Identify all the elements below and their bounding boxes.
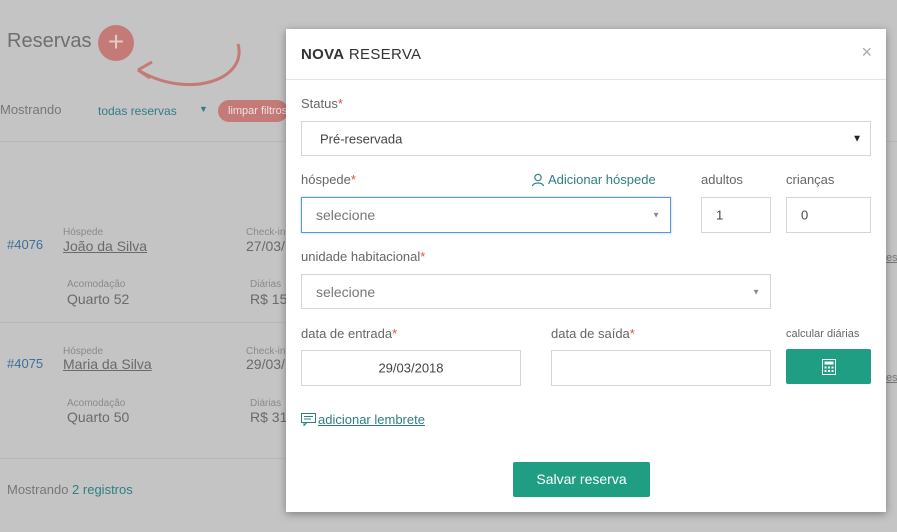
adults-label: adultos xyxy=(701,172,743,187)
status-label-text: Status xyxy=(301,96,338,111)
required-mark: * xyxy=(629,326,635,341)
guest-placeholder: selecione xyxy=(316,207,376,223)
hint-arrow-icon xyxy=(137,43,241,86)
guest-name-link[interactable]: João da Silva xyxy=(63,238,147,254)
checkin-value: 29/03/2018 xyxy=(378,360,444,376)
modal-title: NOVA RESERVA xyxy=(301,46,421,63)
required-mark: * xyxy=(392,326,398,341)
rates-label: Diárias xyxy=(250,279,282,290)
unit-label: unidade habitacional* xyxy=(301,249,425,264)
calc-label: calcular diárias xyxy=(786,328,860,340)
checkin-value: 27/03/ xyxy=(246,238,285,254)
calculate-rates-button[interactable] xyxy=(786,349,871,384)
edge-link[interactable]: es xyxy=(886,372,897,384)
footer-count: 2 registros xyxy=(72,482,133,497)
checkin-date-input[interactable]: 29/03/2018 xyxy=(301,350,521,386)
reservation-id[interactable]: #4075 xyxy=(7,356,43,371)
required-mark: * xyxy=(420,249,426,264)
checkin-value: 29/03/ xyxy=(246,356,285,372)
children-input[interactable]: 0 xyxy=(786,197,871,233)
add-guest-link[interactable]: Adicionar hóspede xyxy=(531,172,656,187)
chevron-down-icon: ▼ xyxy=(852,133,862,144)
close-icon[interactable]: × xyxy=(861,42,872,63)
unit-value: Quarto 50 xyxy=(67,409,130,425)
divider xyxy=(0,322,290,323)
records-count: Mostrando 2 registros xyxy=(7,482,133,497)
new-reservation-modal: NOVA RESERVA × Status* Pré-reservada ▼ h… xyxy=(286,29,886,512)
status-value: Pré-reservada xyxy=(320,131,403,146)
add-guest-label: Adicionar hóspede xyxy=(548,172,656,187)
rates-label: Diárias xyxy=(250,398,282,409)
filter-select[interactable]: todas reservas xyxy=(98,104,177,118)
footer-showing-label: Mostrando xyxy=(7,482,69,497)
modal-title-bold: NOVA xyxy=(301,46,345,63)
children-value: 0 xyxy=(801,207,809,223)
guest-label: hóspede* xyxy=(301,172,356,187)
reservation-id[interactable]: #4076 xyxy=(7,237,43,252)
status-select[interactable]: Pré-reservada ▼ xyxy=(301,121,871,156)
add-reminder-label: adicionar lembrete xyxy=(318,412,425,427)
chevron-down-icon: ▼ xyxy=(652,210,660,220)
save-reservation-button[interactable]: Salvar reserva xyxy=(513,462,650,497)
unit-select[interactable]: selecione ▼ xyxy=(301,274,771,309)
guest-name-link[interactable]: Maria da Silva xyxy=(63,356,152,372)
unit-placeholder: selecione xyxy=(316,283,376,300)
user-icon xyxy=(531,173,545,186)
chevron-down-icon: ▼ xyxy=(752,287,760,296)
divider xyxy=(286,79,886,80)
checkout-label: data de saída* xyxy=(551,326,635,341)
modal-title-rest: RESERVA xyxy=(344,46,422,63)
unit-label-text: unidade habitacional xyxy=(301,249,421,264)
divider xyxy=(0,458,290,459)
chevron-down-icon: ▼ xyxy=(199,104,208,114)
adults-input[interactable]: 1 xyxy=(701,197,771,233)
adults-value: 1 xyxy=(716,207,724,223)
unit-value: Quarto 52 xyxy=(67,291,130,307)
edge-link[interactable]: es xyxy=(886,252,897,264)
checkout-label-text: data de saída xyxy=(551,326,630,341)
comment-icon xyxy=(301,413,316,426)
add-reminder-link[interactable]: adicionar lembrete xyxy=(301,412,425,427)
unit-label: Acomodação xyxy=(67,279,126,290)
checkin-label: data de entrada* xyxy=(301,326,397,341)
unit-label: Acomodação xyxy=(67,398,126,409)
filter-showing-label: Mostrando xyxy=(0,102,62,117)
required-mark: * xyxy=(337,96,343,111)
required-mark: * xyxy=(350,172,356,187)
checkin-label-text: data de entrada xyxy=(301,326,393,341)
guest-label-text: hóspede xyxy=(301,172,351,187)
calculator-icon xyxy=(821,358,836,375)
children-label: crianças xyxy=(786,172,835,187)
checkout-date-input[interactable] xyxy=(551,350,771,386)
checkin-label: Check-in xyxy=(246,227,286,238)
guest-select[interactable]: selecione ▼ xyxy=(301,197,671,233)
guest-label: Hóspede xyxy=(63,227,104,238)
page-title: Reservas xyxy=(7,30,92,52)
status-label: Status* xyxy=(301,96,343,111)
clear-filters-button[interactable]: limpar filtros xyxy=(218,100,288,122)
